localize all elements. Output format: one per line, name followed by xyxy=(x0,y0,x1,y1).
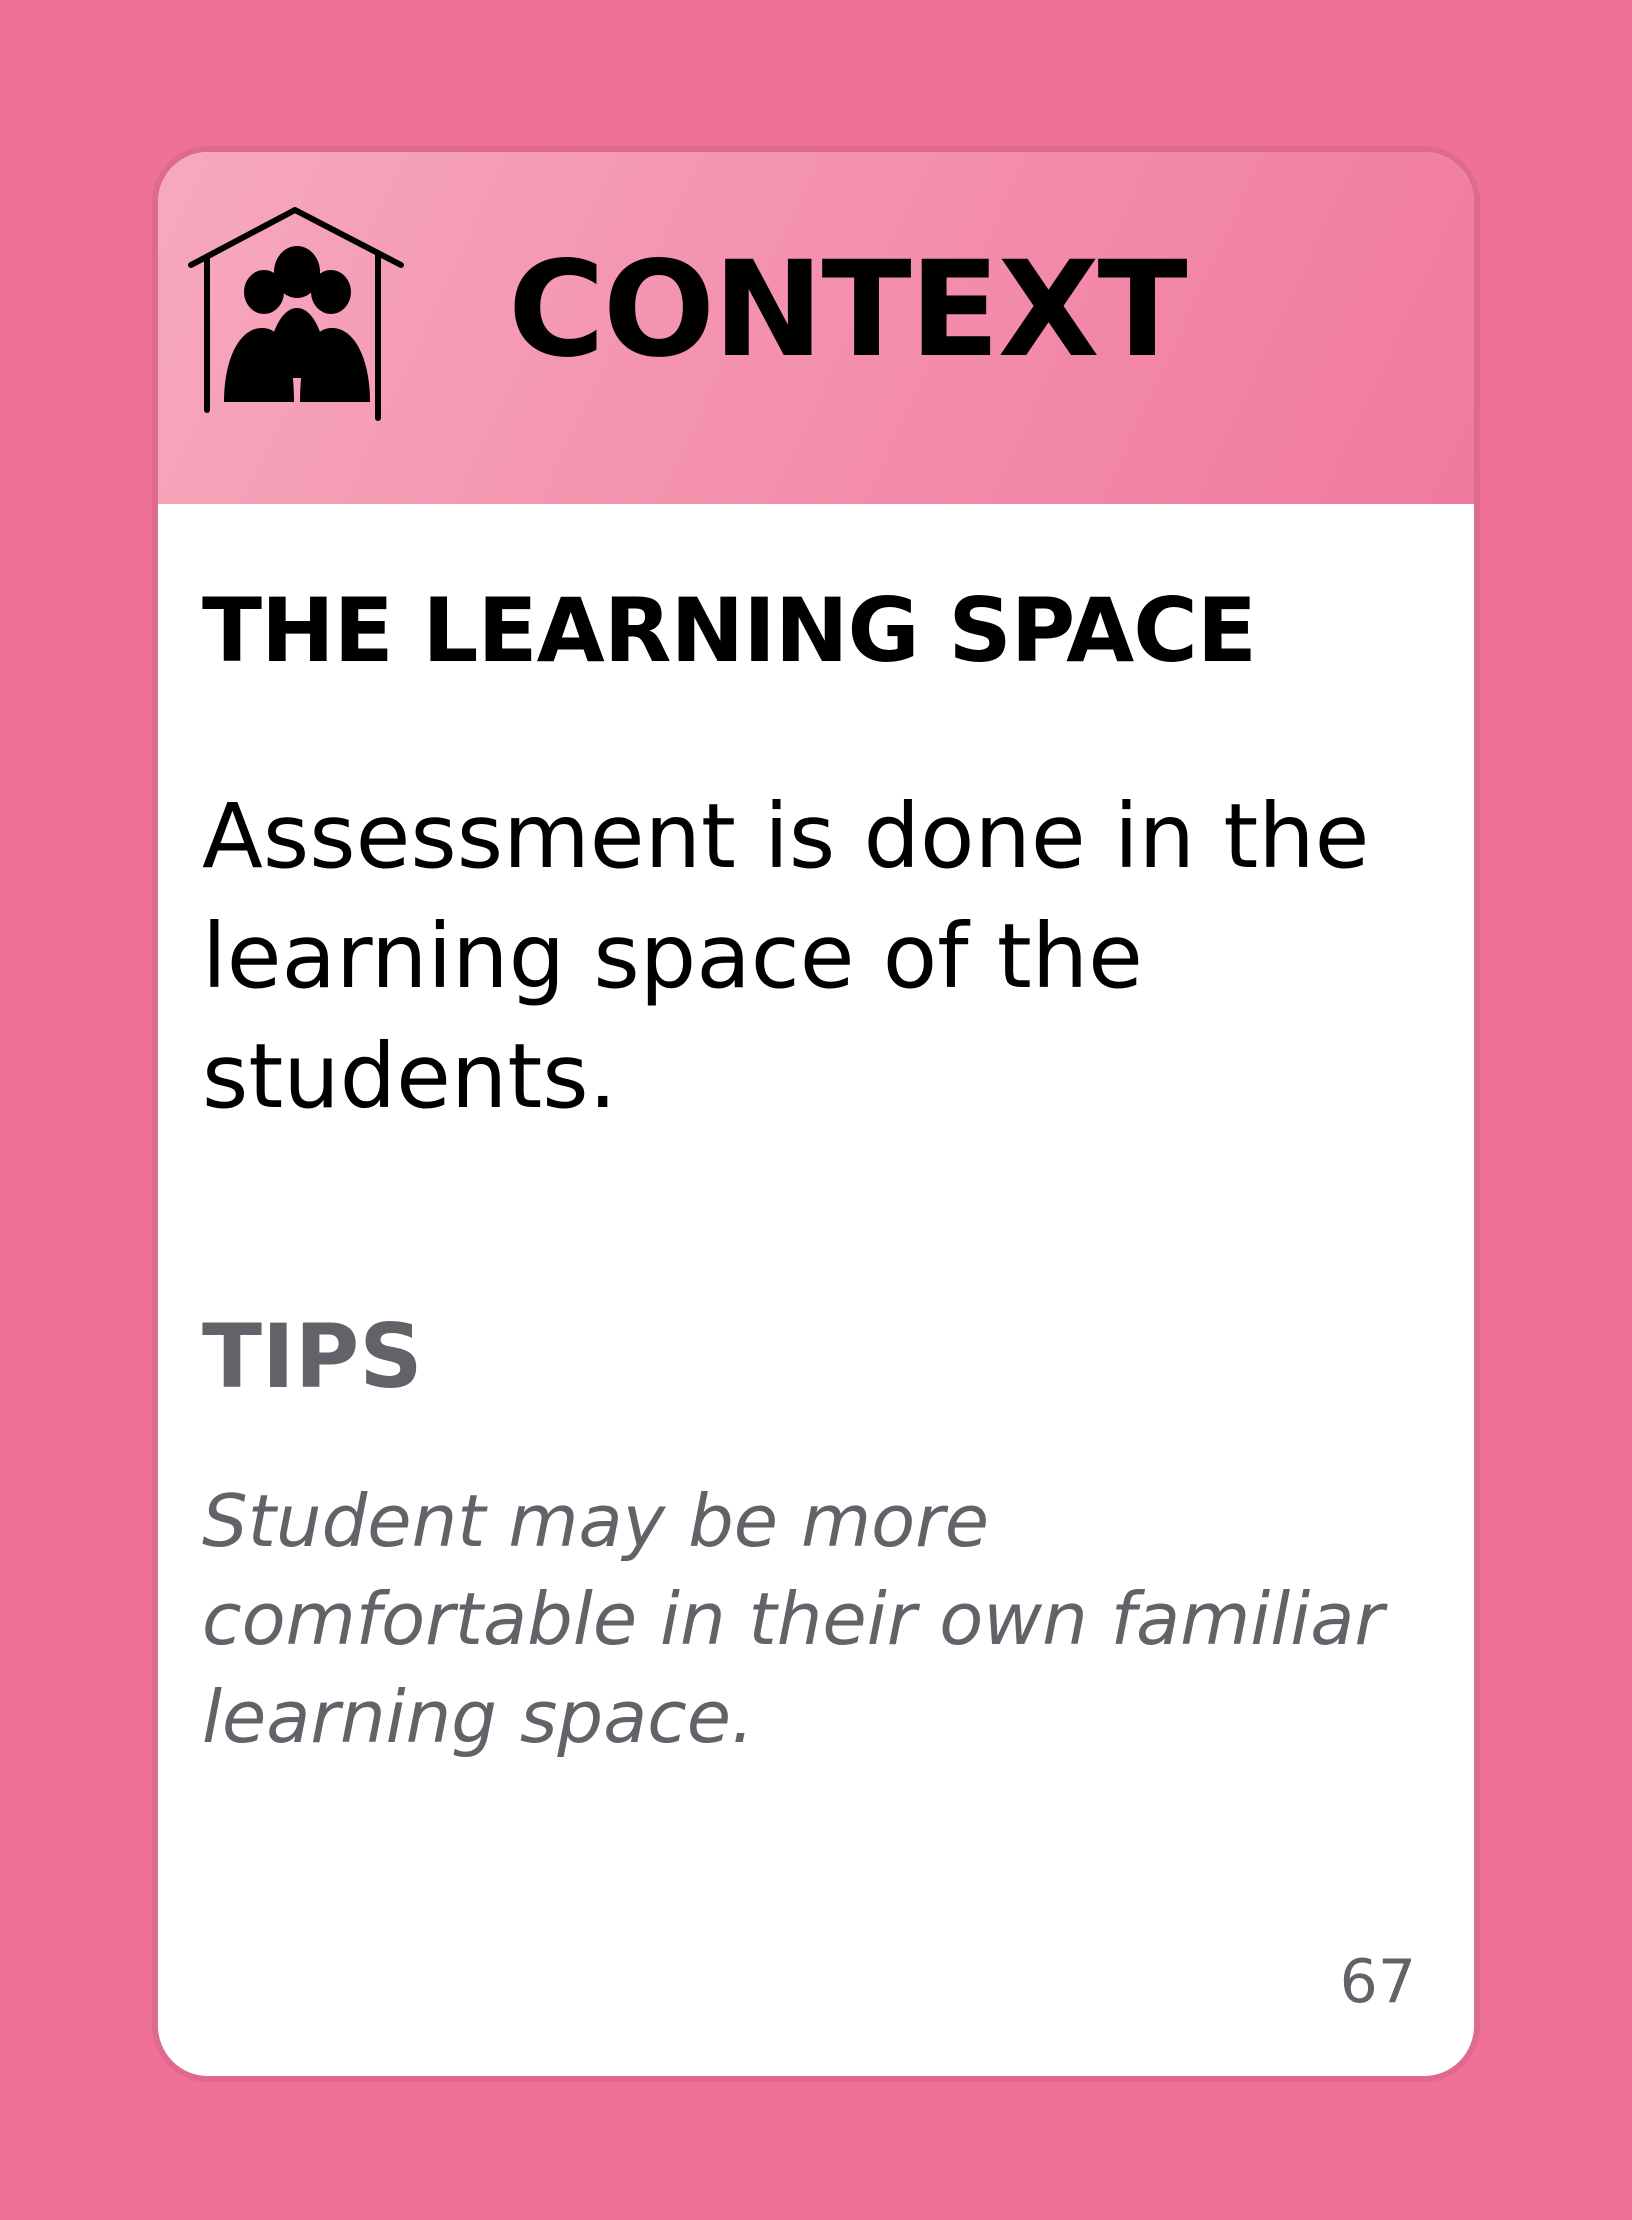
tips-heading: TIPS xyxy=(202,1305,423,1408)
category-title: CONTEXT xyxy=(508,233,1188,387)
card-header: CONTEXT xyxy=(158,152,1474,504)
page-number: 67 xyxy=(1339,1947,1416,2017)
tips-text: Student may be more comfortable in their… xyxy=(202,1479,1384,1759)
card-description: Assessment is done in the learning space… xyxy=(202,784,1370,1128)
assessment-card: CONTEXT THE LEARNING SPACE Assessment is… xyxy=(152,146,1480,2082)
card-title: THE LEARNING SPACE xyxy=(202,579,1257,682)
house-people-icon xyxy=(188,207,404,421)
